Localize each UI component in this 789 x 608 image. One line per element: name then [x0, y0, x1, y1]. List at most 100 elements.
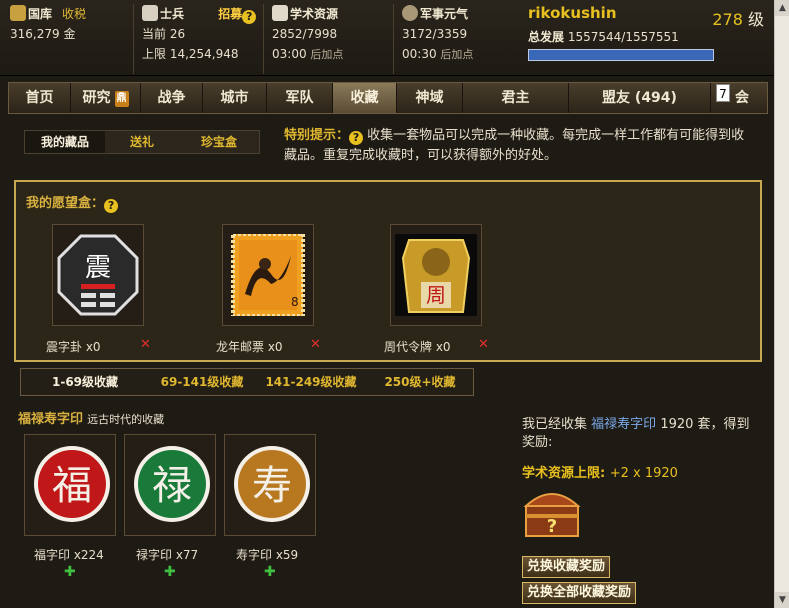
svg-text:寿: 寿: [252, 463, 292, 509]
soldiers-limit: 上限 14,254,948: [142, 47, 239, 61]
research-badge-icon: 鼎: [114, 91, 129, 107]
nav-collection[interactable]: 收藏: [333, 83, 397, 113]
dev-value: 1557544/1557551: [567, 30, 679, 44]
reward-line: 学术资源上限: +2 x 1920: [522, 462, 678, 481]
remove-close-icon[interactable]: ✕: [478, 337, 489, 352]
tab-my-collection[interactable]: 我的藏品: [25, 131, 105, 153]
wish-item-label: 周代令牌 x0: [384, 340, 451, 354]
research-timer: 03:00: [272, 47, 307, 61]
wishlist-title-text: 我的愿望盒：: [26, 196, 105, 211]
treasury-label: 国库: [28, 7, 53, 21]
seal-fu[interactable]: 福: [24, 434, 116, 536]
research-panel: 学术资源 2852/7998 03:00 后加点: [266, 4, 394, 74]
seal-label: 寿字印 x59: [236, 548, 299, 562]
redeem-all-rewards-button[interactable]: 兑换全部收藏奖励: [522, 582, 637, 604]
nav-research[interactable]: 研究鼎: [71, 83, 141, 113]
scroll-down-icon[interactable]: ▼: [775, 592, 789, 608]
morale-label: 军事元气: [420, 7, 469, 21]
drum-icon: [402, 5, 418, 21]
tab-level-69-141[interactable]: 69-141级收藏: [149, 369, 255, 395]
nav-city[interactable]: 城市: [203, 83, 267, 113]
research-suffix: 后加点: [310, 48, 344, 61]
scroll-up-icon[interactable]: ▲: [775, 0, 789, 16]
plus-icon[interactable]: ✚: [64, 564, 76, 580]
research-label: 学术资源: [290, 7, 339, 21]
wish-item-label: 龙年邮票 x0: [216, 340, 283, 354]
reward-summary: 我已经收集 福禄寿字印 1920 套，得到奖励:: [522, 416, 762, 452]
nav-monarch[interactable]: 君主: [463, 83, 569, 113]
fu-seal-icon: 福: [33, 445, 111, 523]
help-icon[interactable]: ?: [242, 10, 257, 24]
svg-text:?: ?: [547, 516, 557, 537]
set-description: 远古时代的收藏: [87, 413, 165, 426]
nav-research-label: 研究: [82, 90, 111, 106]
main-nav: 首页 研究鼎 战争 城市 军队 收藏 神域 君主 盟友 (494) 会: [8, 82, 768, 114]
level-filter-tabs: 1-69级收藏 69-141级收藏 141-249级收藏 250级+收藏: [20, 368, 474, 396]
seal-label: 福字印 x224: [34, 548, 104, 562]
morale-panel: 军事元气 3172/3359 00:30 后加点: [396, 4, 522, 74]
collection-subtabs: 我的藏品 送礼 珍宝盒: [24, 130, 260, 154]
collected-set-name[interactable]: 福禄寿字印: [591, 417, 656, 432]
nav-home[interactable]: 首页: [9, 83, 71, 113]
nav-tooltip: 7: [716, 84, 730, 102]
special-notice: 特别提示：? 收集一套物品可以完成一种收藏。每完成一样工作都有可能得到收藏品。重…: [284, 126, 754, 166]
nav-army[interactable]: 军队: [267, 83, 333, 113]
reward-label: 学术资源上限:: [522, 466, 606, 481]
wishlist-title: 我的愿望盒：?: [26, 192, 119, 213]
svg-text:福: 福: [52, 463, 92, 509]
tab-gift[interactable]: 送礼: [105, 131, 179, 153]
level-unit: 级: [747, 10, 764, 29]
soldier-icon: [142, 5, 158, 21]
seal-label: 禄字印 x77: [136, 548, 199, 562]
nav-war[interactable]: 战争: [141, 83, 203, 113]
tab-treasure-box[interactable]: 珍宝盒: [179, 131, 259, 153]
wish-item-dragon-stamp[interactable]: 8: [222, 224, 314, 326]
set-name: 福禄寿字印: [18, 412, 84, 427]
notice-title: 特别提示：: [284, 128, 350, 143]
tab-level-1-69[interactable]: 1-69级收藏: [21, 369, 149, 395]
collected-prefix: 我已经收集: [522, 417, 588, 432]
dragon-stamp-icon: 8: [227, 234, 309, 316]
seal-lu[interactable]: 禄: [124, 434, 216, 536]
wish-item-zhen[interactable]: 震: [52, 224, 144, 326]
dev-label: 总发展: [528, 30, 565, 44]
wish-item-zhou-token[interactable]: 周: [390, 224, 482, 326]
research-value: 2852/7998: [272, 27, 338, 41]
scroll-icon: [272, 5, 288, 21]
svg-text:禄: 禄: [152, 463, 192, 509]
morale-value: 3172/3359: [402, 27, 468, 41]
remove-close-icon[interactable]: ✕: [140, 337, 151, 352]
collect-tax-link[interactable]: 收税: [62, 7, 86, 21]
seal-shou[interactable]: 寿: [224, 434, 316, 536]
wishlist-help-icon[interactable]: ?: [104, 199, 119, 213]
zhou-token-icon: 周: [395, 234, 477, 316]
wish-item-label: 震字卦 x0: [46, 340, 101, 354]
treasure-chest-icon: ?: [522, 484, 582, 538]
svg-text:震: 震: [85, 253, 111, 283]
nav-allies[interactable]: 盟友 (494): [569, 83, 711, 113]
nav-divine[interactable]: 神域: [397, 83, 463, 113]
set-title: 福禄寿字印 远古时代的收藏: [18, 408, 164, 427]
soldiers-current: 当前 26: [142, 27, 186, 41]
soldiers-panel: 士兵 招募? 当前 26 上限 14,254,948: [136, 4, 264, 74]
plus-icon[interactable]: ✚: [164, 564, 176, 580]
user-panel: rikokushin 278 级 总发展 1557544/1557551: [522, 4, 774, 74]
morale-timer: 00:30: [402, 47, 437, 61]
scrollbar[interactable]: ▲ ▼: [774, 0, 789, 608]
tab-level-250-plus[interactable]: 250级+收藏: [367, 369, 473, 395]
treasury-icon: [10, 5, 26, 21]
redeem-reward-button[interactable]: 兑换收藏奖励: [522, 556, 611, 578]
development-progress-bar: [528, 49, 714, 61]
status-bar: 国库 收税 316,279 金 士兵 招募? 当前 26 上限 14,254,94…: [0, 0, 774, 76]
remove-close-icon[interactable]: ✕: [310, 337, 321, 352]
treasury-value: 316,279 金: [10, 27, 76, 41]
treasury-panel: 国库 收税 316,279 金: [4, 4, 134, 74]
tab-level-141-249[interactable]: 141-249级收藏: [255, 369, 367, 395]
notice-help-icon[interactable]: ?: [349, 131, 364, 145]
svg-text:8: 8: [291, 295, 299, 309]
recruit-link[interactable]: 招募: [218, 7, 242, 21]
shou-seal-icon: 寿: [233, 445, 311, 523]
wishlist-box: 我的愿望盒：? 震 震字卦 x0 ✕ 8 龙年邮票 x0 ✕ 周 周代令牌 x0…: [14, 180, 762, 362]
user-level: 278: [712, 10, 743, 29]
plus-icon[interactable]: ✚: [264, 564, 276, 580]
